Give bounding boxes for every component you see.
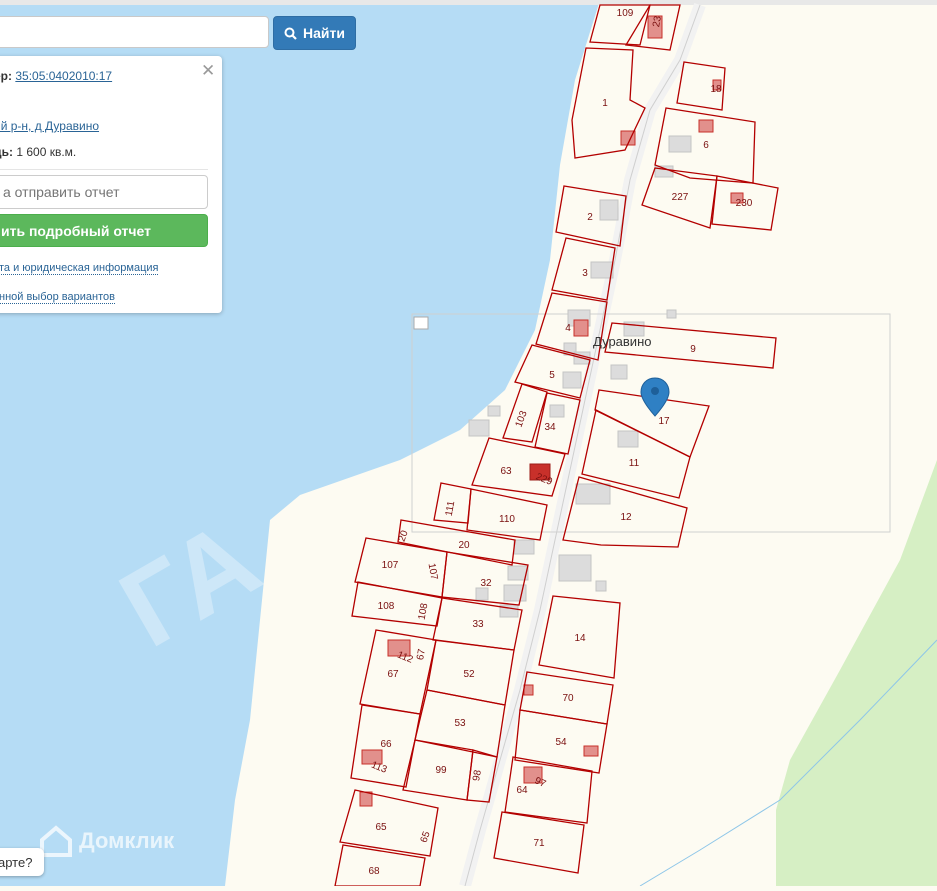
building-gray — [475, 587, 489, 601]
house-logo-icon — [40, 825, 72, 857]
search-input[interactable] — [0, 16, 269, 48]
building-red — [359, 791, 373, 807]
parcel-number-label: 52 — [463, 669, 475, 680]
building-gray — [610, 364, 628, 380]
parcel-number-label: 12 — [620, 512, 632, 523]
area-value: 1 600 кв.м. — [16, 145, 77, 159]
building-gray — [487, 405, 501, 417]
parcel-number-label: 107 — [382, 560, 399, 571]
parcel-number-label: 64 — [516, 785, 528, 796]
report-button-label: ить подробный отчет — [1, 222, 151, 239]
watermark-text: Домклик — [79, 828, 175, 853]
parcel-number-label: 99 — [435, 765, 447, 776]
building-gray — [558, 554, 592, 582]
variants-link[interactable]: нной выбор вариантов — [0, 291, 115, 304]
parcel-number-label: 110 — [499, 514, 515, 525]
building-gray — [575, 483, 611, 505]
cadastral-row: ер: 35:05:0402010:17 — [0, 69, 112, 83]
parcel-number-label: 54 — [555, 737, 567, 748]
parcel-number-label: 109 — [617, 8, 634, 19]
close-icon[interactable]: ✕ — [201, 62, 215, 79]
building-gray — [562, 371, 582, 389]
parcel-number-label: 17 — [658, 416, 670, 427]
parcel-number-label: 11 — [629, 458, 640, 469]
find-button[interactable]: Найти — [273, 16, 356, 50]
parcel-number-label: 32 — [480, 578, 492, 589]
map-help-bubble[interactable]: арте? — [0, 848, 44, 876]
cadastral-number-link[interactable]: 35:05:0402010:17 — [15, 69, 112, 83]
help-bubble-text: арте? — [0, 854, 33, 870]
parcel-number-label: 1 — [602, 98, 608, 109]
building-gray — [617, 430, 639, 448]
building-red — [698, 119, 714, 133]
panel-divider — [0, 169, 208, 170]
detailed-report-button[interactable]: ить подробный отчет — [0, 214, 208, 247]
address-row: ий р-н, д Дуравино — [0, 119, 99, 133]
place-name-label: Дуравино — [593, 334, 651, 349]
building-gray — [595, 580, 607, 592]
parcel-number-label: 4 — [565, 323, 571, 334]
parcel-number-label: 68 — [368, 866, 380, 877]
building-red — [583, 745, 599, 757]
parcel-number-label: 34 — [544, 422, 556, 433]
parcel-number-label: 9 — [690, 344, 696, 355]
building-gray — [590, 261, 614, 279]
building-gray — [549, 404, 565, 418]
parcel-number-label: 18 — [710, 84, 722, 95]
parcel-number-label: 20 — [458, 540, 470, 551]
parcel-number-label: 67 — [387, 669, 399, 680]
parcel-number-label: 108 — [378, 601, 395, 612]
area-label: дь: — [0, 145, 13, 159]
parcel-number-label: 6 — [703, 140, 709, 151]
parcel-number-label: 53 — [454, 718, 466, 729]
parcel-number-label: 227 — [672, 192, 689, 203]
parcel-number-label: 230 — [736, 198, 753, 209]
parcel-number-label: 71 — [533, 838, 545, 849]
find-button-label: Найти — [303, 25, 345, 41]
broken-image-icon — [413, 316, 429, 330]
parcel-number-label: 3 — [582, 268, 588, 279]
parcel-number-label: 66 — [380, 739, 392, 750]
parcel-number-label: 14 — [574, 633, 586, 644]
domclick-watermark: Домклик — [39, 824, 174, 858]
building-red — [523, 684, 534, 696]
building-gray — [599, 199, 619, 221]
search-icon — [284, 27, 297, 40]
parcel-number-label: 5 — [549, 370, 555, 381]
parcel-number-label: 33 — [472, 619, 484, 630]
area-row: дь: 1 600 кв.м. — [0, 145, 76, 159]
cadastral-label: ер: — [0, 69, 12, 83]
parcel-number-label: 65 — [375, 822, 387, 833]
parcel-number-label: 70 — [562, 693, 574, 704]
parcel-number-label: 63 — [500, 466, 512, 477]
building-gray — [468, 419, 490, 437]
building-gray — [513, 539, 535, 555]
building-gray — [666, 309, 677, 319]
email-field[interactable] — [0, 175, 208, 209]
building-red — [573, 319, 589, 337]
parcel-number-label: 2 — [587, 212, 593, 223]
building-gray — [668, 135, 692, 153]
address-link[interactable]: ий р-н, д Дуравино — [0, 119, 99, 133]
top-strip — [0, 0, 937, 5]
legal-info-link[interactable]: та и юридическая информация — [0, 262, 159, 275]
